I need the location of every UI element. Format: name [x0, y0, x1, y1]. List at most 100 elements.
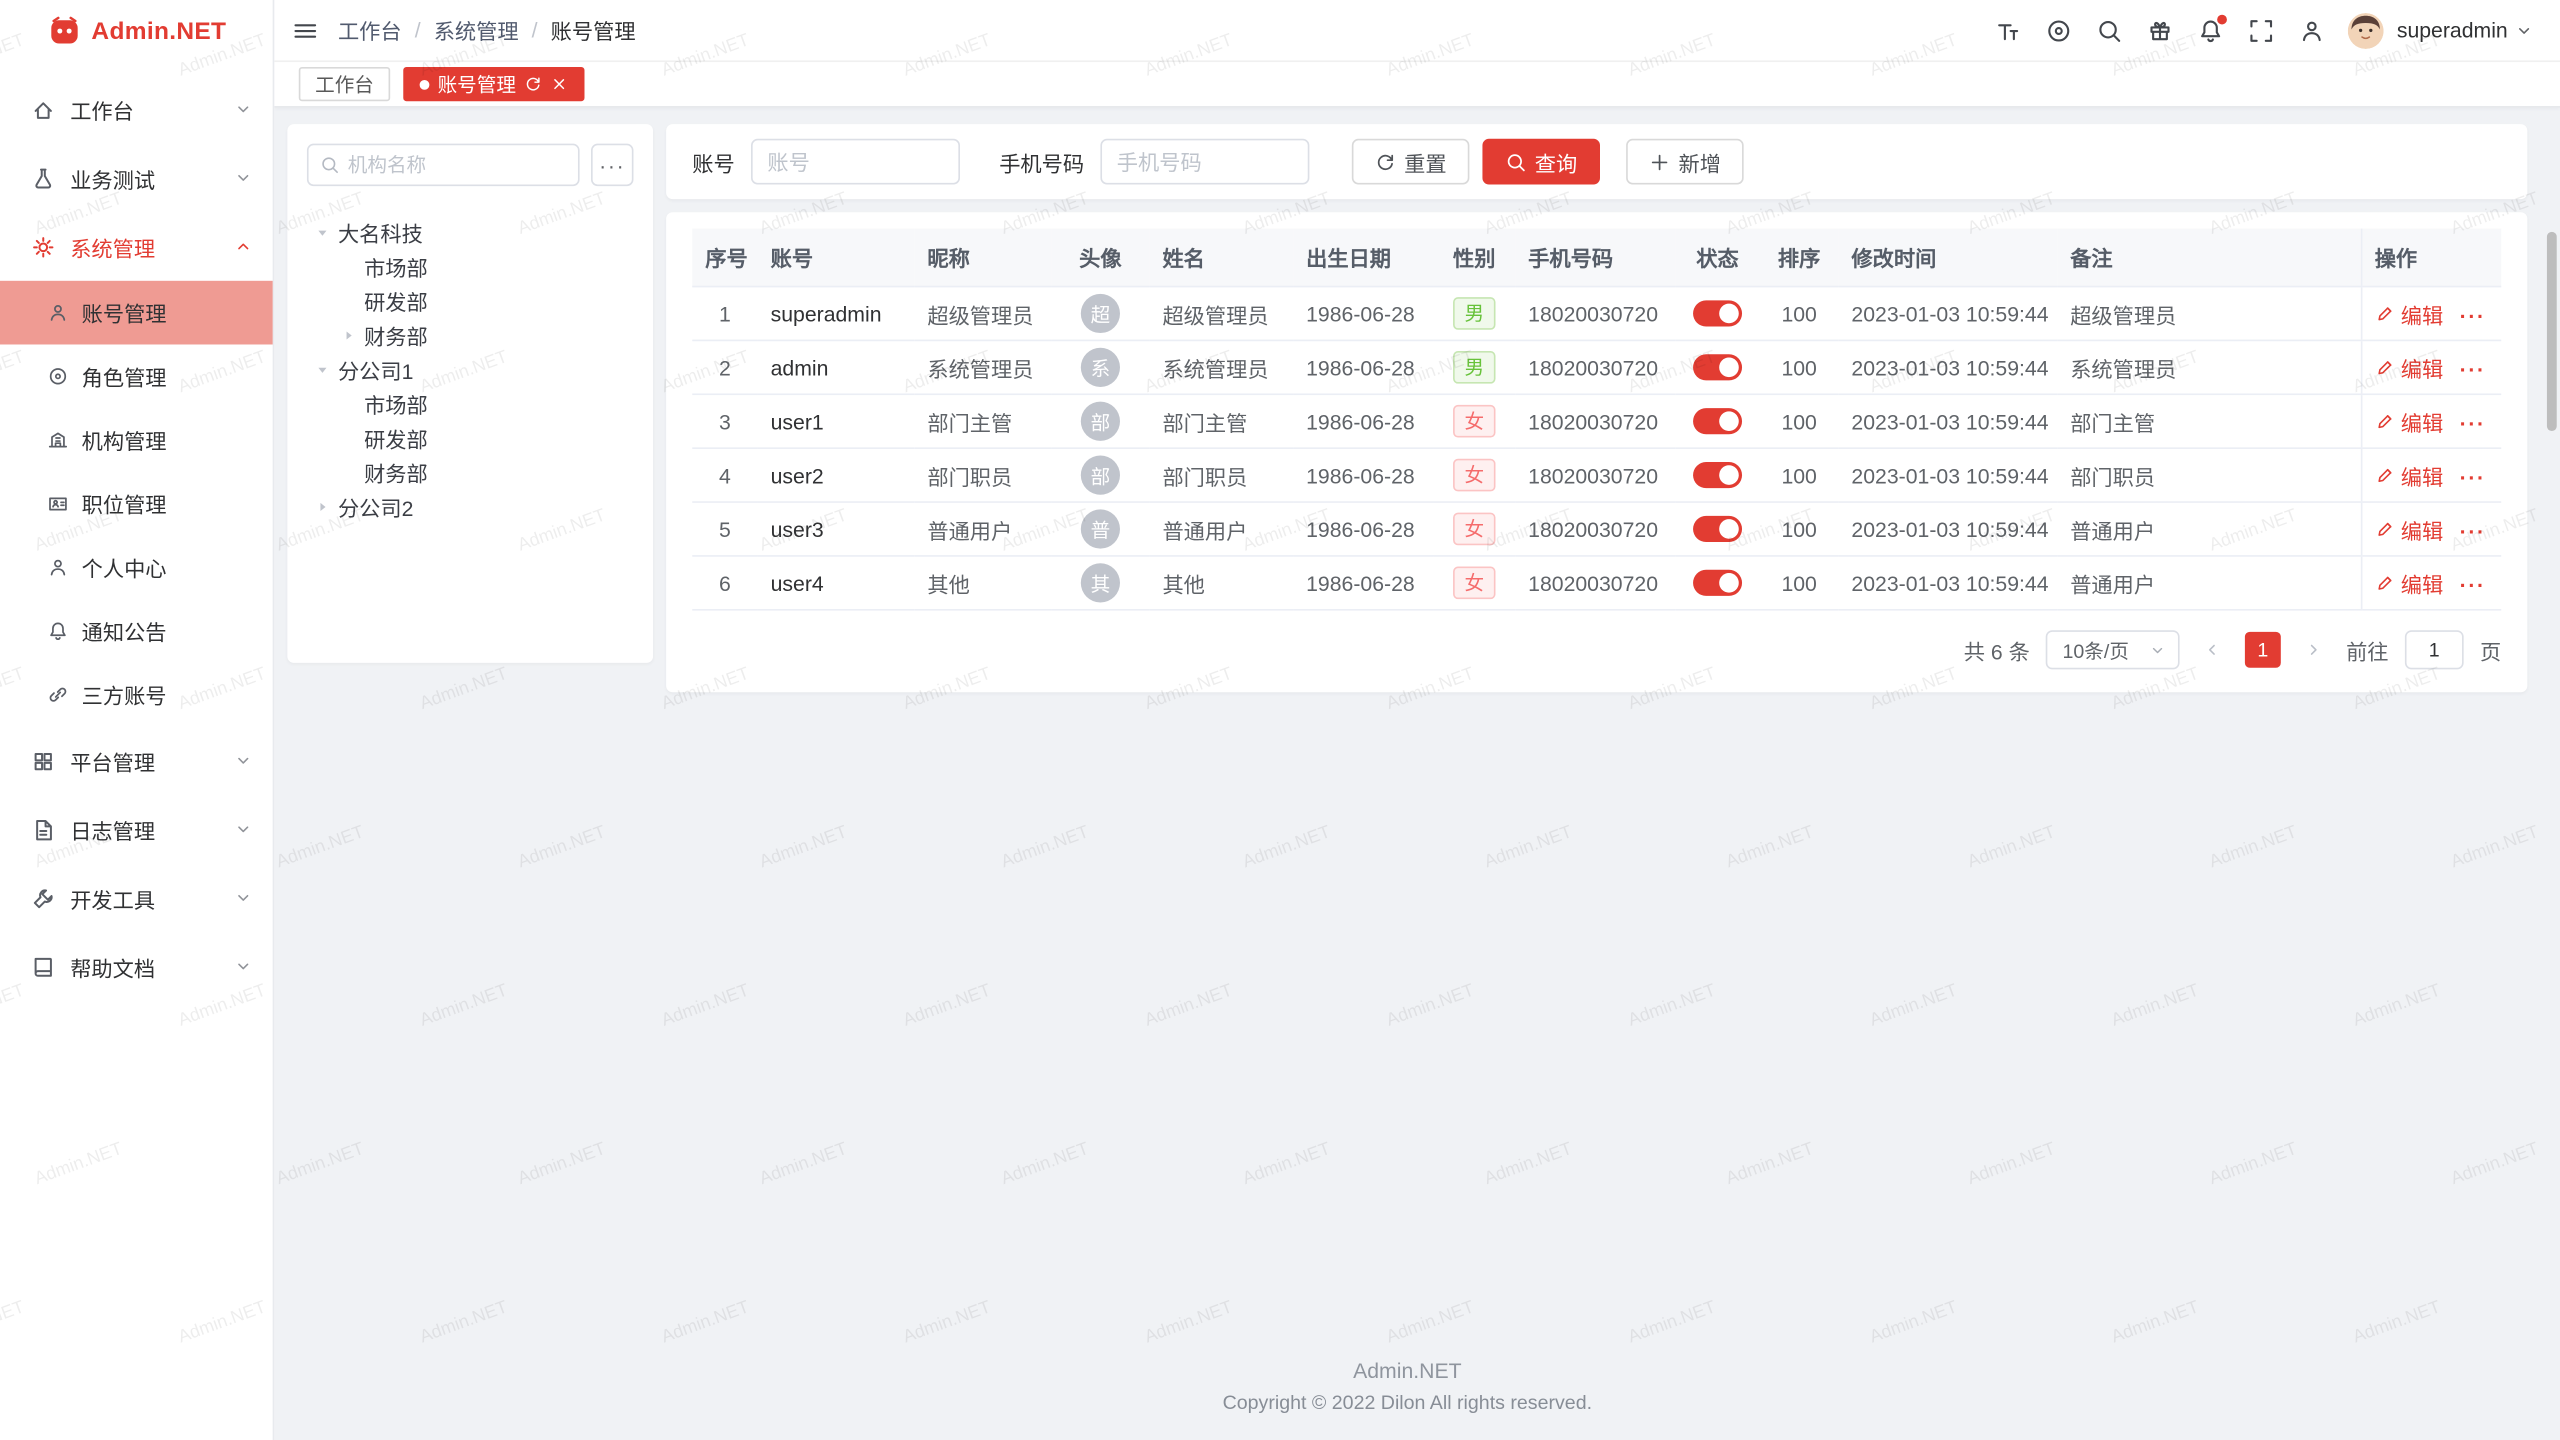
cell-phone: 18020030720: [1515, 340, 1675, 394]
sidebar-subitem-role-manage[interactable]: 角色管理: [0, 344, 273, 408]
page-size-select[interactable]: 10条/页: [2046, 630, 2179, 669]
tree-node-label: 财务部: [364, 457, 428, 488]
tree-node[interactable]: 市场部: [307, 250, 634, 284]
search-button[interactable]: 查询: [1483, 139, 1601, 185]
status-toggle[interactable]: [1693, 355, 1742, 381]
sidebar-subitem-account-manage[interactable]: 账号管理: [0, 281, 273, 345]
layout-config-button[interactable]: [2044, 16, 2072, 44]
app-logo[interactable]: Admin.NET: [0, 0, 273, 62]
prev-page-button[interactable]: [2196, 633, 2229, 666]
row-more-button[interactable]: ···: [2460, 573, 2486, 597]
fullscreen-button[interactable]: [2247, 16, 2275, 44]
footer-copyright: Copyright © 2022 Dilon All rights reserv…: [287, 1391, 2527, 1414]
sidebar-item-platform-manage[interactable]: 平台管理: [0, 727, 273, 796]
org-more-button[interactable]: ···: [591, 144, 633, 186]
row-more-button[interactable]: ···: [2460, 304, 2486, 328]
user-avatar[interactable]: [2348, 12, 2384, 48]
tree-node[interactable]: 研发部: [307, 421, 634, 455]
topbar: 工作台/系统管理/账号管理 superadmin: [274, 0, 2560, 62]
tree-node[interactable]: 分公司1: [307, 353, 634, 387]
tree-node[interactable]: 财务部: [307, 318, 634, 352]
cell-order: 100: [1760, 287, 1838, 341]
cell-modified-time: 2023-01-03 10:59:44: [1838, 287, 2057, 341]
edit-icon: [2375, 358, 2395, 378]
sidebar-item-workbench[interactable]: 工作台: [0, 75, 273, 144]
sidebar-item-dev-tools[interactable]: 开发工具: [0, 864, 273, 933]
status-toggle[interactable]: [1693, 409, 1742, 435]
account-input[interactable]: [751, 139, 960, 185]
status-toggle[interactable]: [1693, 301, 1742, 327]
tree-node[interactable]: 研发部: [307, 284, 634, 318]
header-icon-group: [1994, 16, 2325, 44]
tree-node[interactable]: 分公司2: [307, 490, 634, 524]
edit-label: 编辑: [2401, 352, 2443, 383]
font-size-button[interactable]: [1994, 16, 2022, 44]
status-toggle[interactable]: [1693, 570, 1742, 596]
cell-nickname: 其他: [914, 556, 1051, 610]
notification-button[interactable]: [2196, 16, 2224, 44]
goto-page-input[interactable]: [2405, 630, 2464, 669]
add-button[interactable]: 新增: [1626, 139, 1744, 185]
phone-label: 手机号码: [999, 146, 1084, 177]
cell-order: 100: [1760, 556, 1838, 610]
breadcrumb-item[interactable]: 工作台: [338, 15, 402, 46]
cell-birthdate: 1986-06-28: [1293, 502, 1433, 556]
menu-collapse-button[interactable]: [291, 16, 319, 44]
tab-workbench[interactable]: 工作台: [299, 67, 390, 101]
cell-order: 100: [1760, 502, 1838, 556]
cell-gender: 男: [1433, 340, 1515, 394]
tab-account-manage[interactable]: 账号管理: [403, 67, 584, 101]
row-more-button[interactable]: ···: [2460, 411, 2486, 435]
status-toggle[interactable]: [1693, 516, 1742, 542]
breadcrumb-item[interactable]: 系统管理: [434, 15, 519, 46]
status-toggle[interactable]: [1693, 462, 1742, 488]
tree-node[interactable]: 财务部: [307, 456, 634, 490]
sidebar-item-help-docs[interactable]: 帮助文档: [0, 932, 273, 1001]
cell-phone: 18020030720: [1515, 287, 1675, 341]
org-search-input[interactable]: [348, 153, 567, 176]
sidebar-subitem-third-account[interactable]: 三方账号: [0, 663, 273, 727]
sidebar-subitem-position-manage[interactable]: 职位管理: [0, 472, 273, 536]
sidebar-menu: 工作台业务测试系统管理账号管理角色管理机构管理职位管理个人中心通知公告三方账号平…: [0, 62, 273, 1001]
sidebar-subitem-notice[interactable]: 通知公告: [0, 599, 273, 663]
edit-button[interactable]: 编辑: [2375, 352, 2444, 383]
tree-expand-caret[interactable]: [310, 221, 333, 244]
reset-button[interactable]: 重置: [1352, 139, 1470, 185]
tree-expand-caret[interactable]: [336, 324, 359, 347]
sidebar-item-business-test[interactable]: 业务测试: [0, 144, 273, 213]
tree-node[interactable]: 大名科技: [307, 216, 634, 250]
cell-nickname: 部门主管: [914, 394, 1051, 448]
row-more-button[interactable]: ···: [2460, 465, 2486, 489]
theme-button[interactable]: [2145, 16, 2173, 44]
sidebar-item-log-manage[interactable]: 日志管理: [0, 795, 273, 864]
account-label: 账号: [692, 146, 734, 177]
plus-icon: [1649, 151, 1670, 172]
sidebar-subitem-personal-center[interactable]: 个人中心: [0, 536, 273, 600]
user-center-button[interactable]: [2297, 16, 2325, 44]
phone-input[interactable]: [1100, 139, 1309, 185]
edit-button[interactable]: 编辑: [2375, 460, 2444, 491]
edit-button[interactable]: 编辑: [2375, 513, 2444, 544]
edit-button[interactable]: 编辑: [2375, 406, 2444, 437]
tree-caret-placeholder: [336, 427, 359, 450]
edit-button[interactable]: 编辑: [2375, 298, 2444, 329]
scrollbar-thumb[interactable]: [2547, 232, 2557, 431]
next-page-button[interactable]: [2297, 633, 2330, 666]
user-menu-caret[interactable]: [2514, 20, 2534, 40]
cell-modified-time: 2023-01-03 10:59:44: [1838, 448, 2057, 502]
edit-button[interactable]: 编辑: [2375, 567, 2444, 598]
page-number-current[interactable]: 1: [2245, 632, 2281, 668]
row-more-button[interactable]: ···: [2460, 519, 2486, 543]
cell-status: [1675, 556, 1760, 610]
row-more-button[interactable]: ···: [2460, 358, 2486, 382]
sidebar-subitem-org-manage[interactable]: 机构管理: [0, 408, 273, 472]
tree-node[interactable]: 市场部: [307, 387, 634, 421]
username[interactable]: superadmin: [2397, 18, 2508, 42]
tree-expand-caret[interactable]: [310, 358, 333, 381]
breadcrumb-item[interactable]: 账号管理: [551, 15, 636, 46]
tree-expand-caret[interactable]: [310, 496, 333, 519]
cell-birthdate: 1986-06-28: [1293, 340, 1433, 394]
sidebar-subitem-label: 三方账号: [82, 679, 167, 710]
sidebar-item-system-manage[interactable]: 系统管理: [0, 212, 273, 281]
menu-search-button[interactable]: [2095, 16, 2123, 44]
